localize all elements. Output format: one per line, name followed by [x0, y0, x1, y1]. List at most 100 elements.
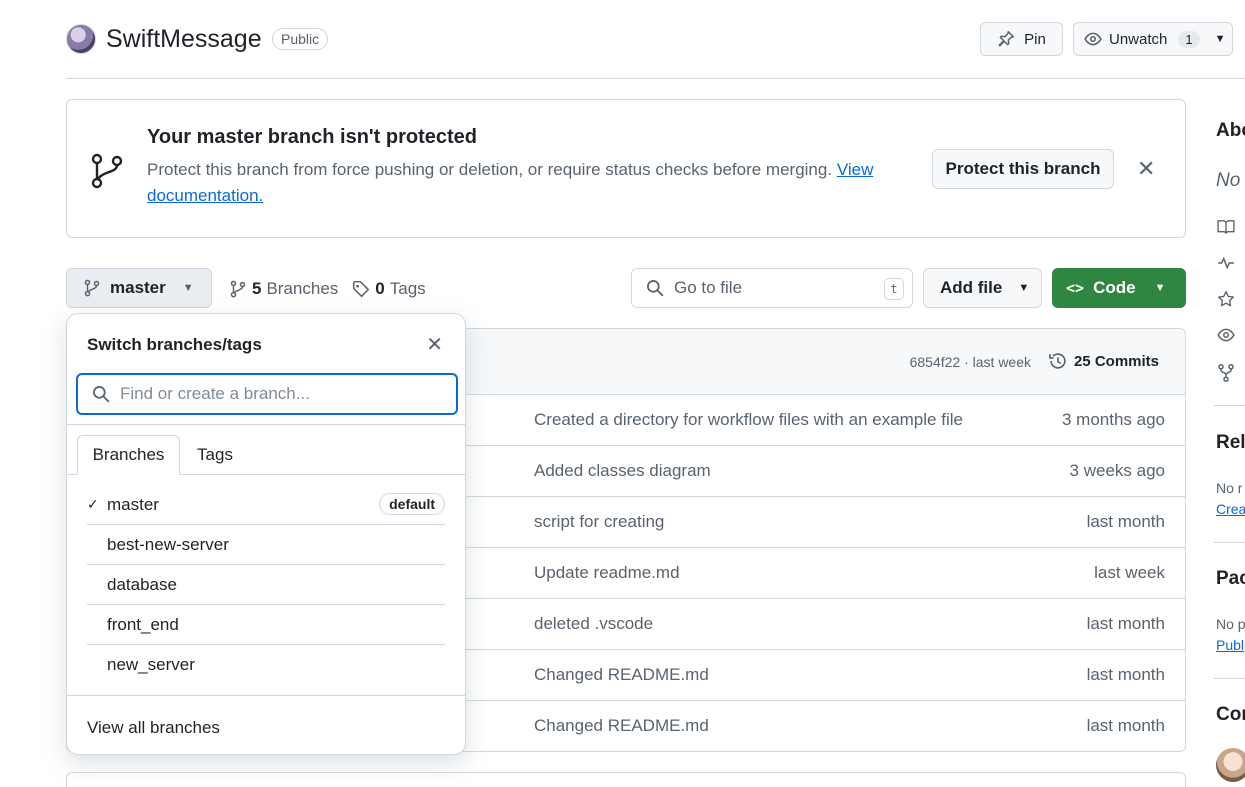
releases-text: No r: [1216, 480, 1243, 496]
commit-time: last month: [1086, 665, 1165, 684]
unwatch-label: Unwatch: [1109, 30, 1168, 48]
commit-message[interactable]: deleted .vscode: [534, 614, 653, 634]
add-file-label: Add file: [940, 278, 1003, 297]
branch-search-field[interactable]: [76, 373, 458, 415]
pin-label: Pin: [1024, 30, 1046, 48]
git-branch-icon: [91, 153, 123, 189]
tab-tags[interactable]: Tags: [195, 435, 235, 475]
search-icon: [647, 280, 664, 297]
contributor-avatar[interactable]: [1216, 748, 1245, 782]
caret-down-icon: ▼: [1018, 282, 1030, 294]
packages-text: No p: [1216, 616, 1245, 632]
unwatch-button[interactable]: Unwatch 1 ▼: [1073, 22, 1233, 56]
eye-icon[interactable]: [1216, 326, 1236, 344]
dropdown-divider: [67, 695, 465, 696]
commit-time: last month: [1086, 716, 1165, 735]
branch-name: front_end: [107, 614, 179, 634]
publish-package-link[interactable]: Publ: [1216, 637, 1244, 653]
tab-branches[interactable]: Branches: [77, 435, 180, 475]
caret-down-icon: ▼: [182, 282, 194, 294]
code-label: Code: [1093, 278, 1136, 297]
branch-item-best-new-server[interactable]: best-new-server: [87, 525, 445, 565]
current-branch-label: master: [110, 278, 166, 297]
dropdown-divider: [67, 424, 465, 425]
contributors-heading[interactable]: Con: [1216, 704, 1245, 726]
go-to-file-input[interactable]: Go to file t: [631, 268, 913, 308]
dropdown-title: Switch branches/tags: [87, 335, 262, 354]
book-icon[interactable]: [1216, 218, 1236, 236]
about-description: No: [1216, 170, 1241, 191]
commit-time: last month: [1086, 512, 1165, 531]
repo-header: SwiftMessage Public Pin Unwatch 1 ▼: [66, 22, 1245, 58]
check-icon: ✓: [87, 496, 99, 512]
tags-link[interactable]: 0 Tags: [352, 279, 426, 299]
commit-time: last week: [1094, 563, 1165, 582]
close-icon[interactable]: ✕: [426, 332, 443, 357]
readme-box: [66, 772, 1186, 787]
owner-avatar[interactable]: [66, 24, 96, 54]
commits-count-label: 25 Commits: [1073, 352, 1159, 370]
tag-icon: [353, 280, 370, 298]
code-icon: <>: [1066, 279, 1085, 297]
branch-item-new-server[interactable]: new_server: [87, 645, 445, 685]
branch-name: database: [107, 574, 177, 594]
visibility-badge: Public: [272, 28, 329, 50]
commit-message[interactable]: Changed README.md: [534, 716, 709, 736]
branches-label: Branches: [266, 279, 339, 298]
close-icon[interactable]: ✕: [1137, 156, 1155, 182]
add-file-button[interactable]: Add file ▼: [923, 268, 1042, 308]
releases-heading[interactable]: Rele: [1216, 432, 1245, 454]
branches-link[interactable]: 5 Branches: [229, 279, 338, 299]
commit-message[interactable]: Changed README.md: [534, 665, 709, 685]
branch-protection-banner: Your master branch isn't protected Prote…: [66, 99, 1186, 238]
commit-time: last month: [1086, 614, 1165, 633]
search-icon: [93, 386, 110, 403]
branch-search-input[interactable]: [120, 384, 440, 404]
switch-branches-dropdown: Switch branches/tags ✕ Branches Tags ✓ m…: [66, 313, 466, 755]
git-branch-icon: [230, 280, 246, 298]
go-to-file-placeholder: Go to file: [674, 278, 743, 297]
create-release-link[interactable]: Crea: [1216, 501, 1245, 517]
history-icon: [1049, 353, 1066, 369]
code-button[interactable]: <> Code ▼: [1052, 268, 1186, 308]
commit-time: 3 months ago: [1061, 410, 1165, 429]
branch-item-front-end[interactable]: front_end: [87, 605, 445, 645]
dropdown-tabs: Branches Tags: [77, 435, 465, 475]
watch-count: 1: [1178, 30, 1200, 48]
right-sidebar: Abo No Rele No r Crea Pac No p Publ Con: [1214, 0, 1245, 787]
banner-title: Your master branch isn't protected: [147, 126, 478, 148]
header-divider: [66, 78, 1245, 79]
view-all-branches-link[interactable]: View all branches: [87, 718, 220, 738]
branch-name: new_server: [107, 655, 195, 674]
commit-message[interactable]: Created a directory for workflow files w…: [534, 410, 963, 430]
banner-description: Protect this branch from force pushing o…: [147, 160, 833, 179]
eye-icon: [1084, 32, 1102, 46]
branch-selector-button[interactable]: master ▼: [66, 268, 212, 308]
commit-message[interactable]: Update readme.md: [534, 563, 680, 583]
pin-button[interactable]: Pin: [980, 22, 1063, 56]
pulse-icon[interactable]: [1216, 254, 1236, 272]
protect-branch-button[interactable]: Protect this branch: [932, 149, 1114, 189]
sidebar-divider: [1214, 678, 1245, 679]
star-icon[interactable]: [1216, 290, 1236, 308]
repo-name[interactable]: SwiftMessage: [106, 25, 262, 54]
branch-tag-counts: 5 Branches 0 Tags: [229, 279, 426, 299]
commit-message[interactable]: Added classes diagram: [534, 461, 711, 481]
branch-item-master[interactable]: ✓ master default: [87, 485, 445, 525]
branch-name: best-new-server: [107, 534, 229, 554]
tags-label: Tags: [389, 279, 426, 298]
git-branch-icon: [84, 279, 100, 297]
banner-text: Protect this branch from force pushing o…: [147, 157, 907, 209]
latest-commit-meta[interactable]: 6854f22 · last week: [910, 354, 1031, 370]
about-heading: Abo: [1216, 120, 1245, 141]
branch-name: master: [107, 494, 159, 514]
default-badge: default: [379, 493, 445, 515]
keyboard-shortcut-hint: t: [884, 278, 904, 300]
fork-icon[interactable]: [1216, 363, 1236, 383]
packages-heading[interactable]: Pac: [1216, 568, 1245, 590]
branch-item-database[interactable]: database: [87, 565, 445, 605]
pin-icon: [998, 30, 1015, 47]
commit-message[interactable]: script for creating: [534, 512, 664, 532]
commits-link[interactable]: 25 Commits: [1048, 351, 1159, 371]
sidebar-divider: [1214, 542, 1245, 543]
